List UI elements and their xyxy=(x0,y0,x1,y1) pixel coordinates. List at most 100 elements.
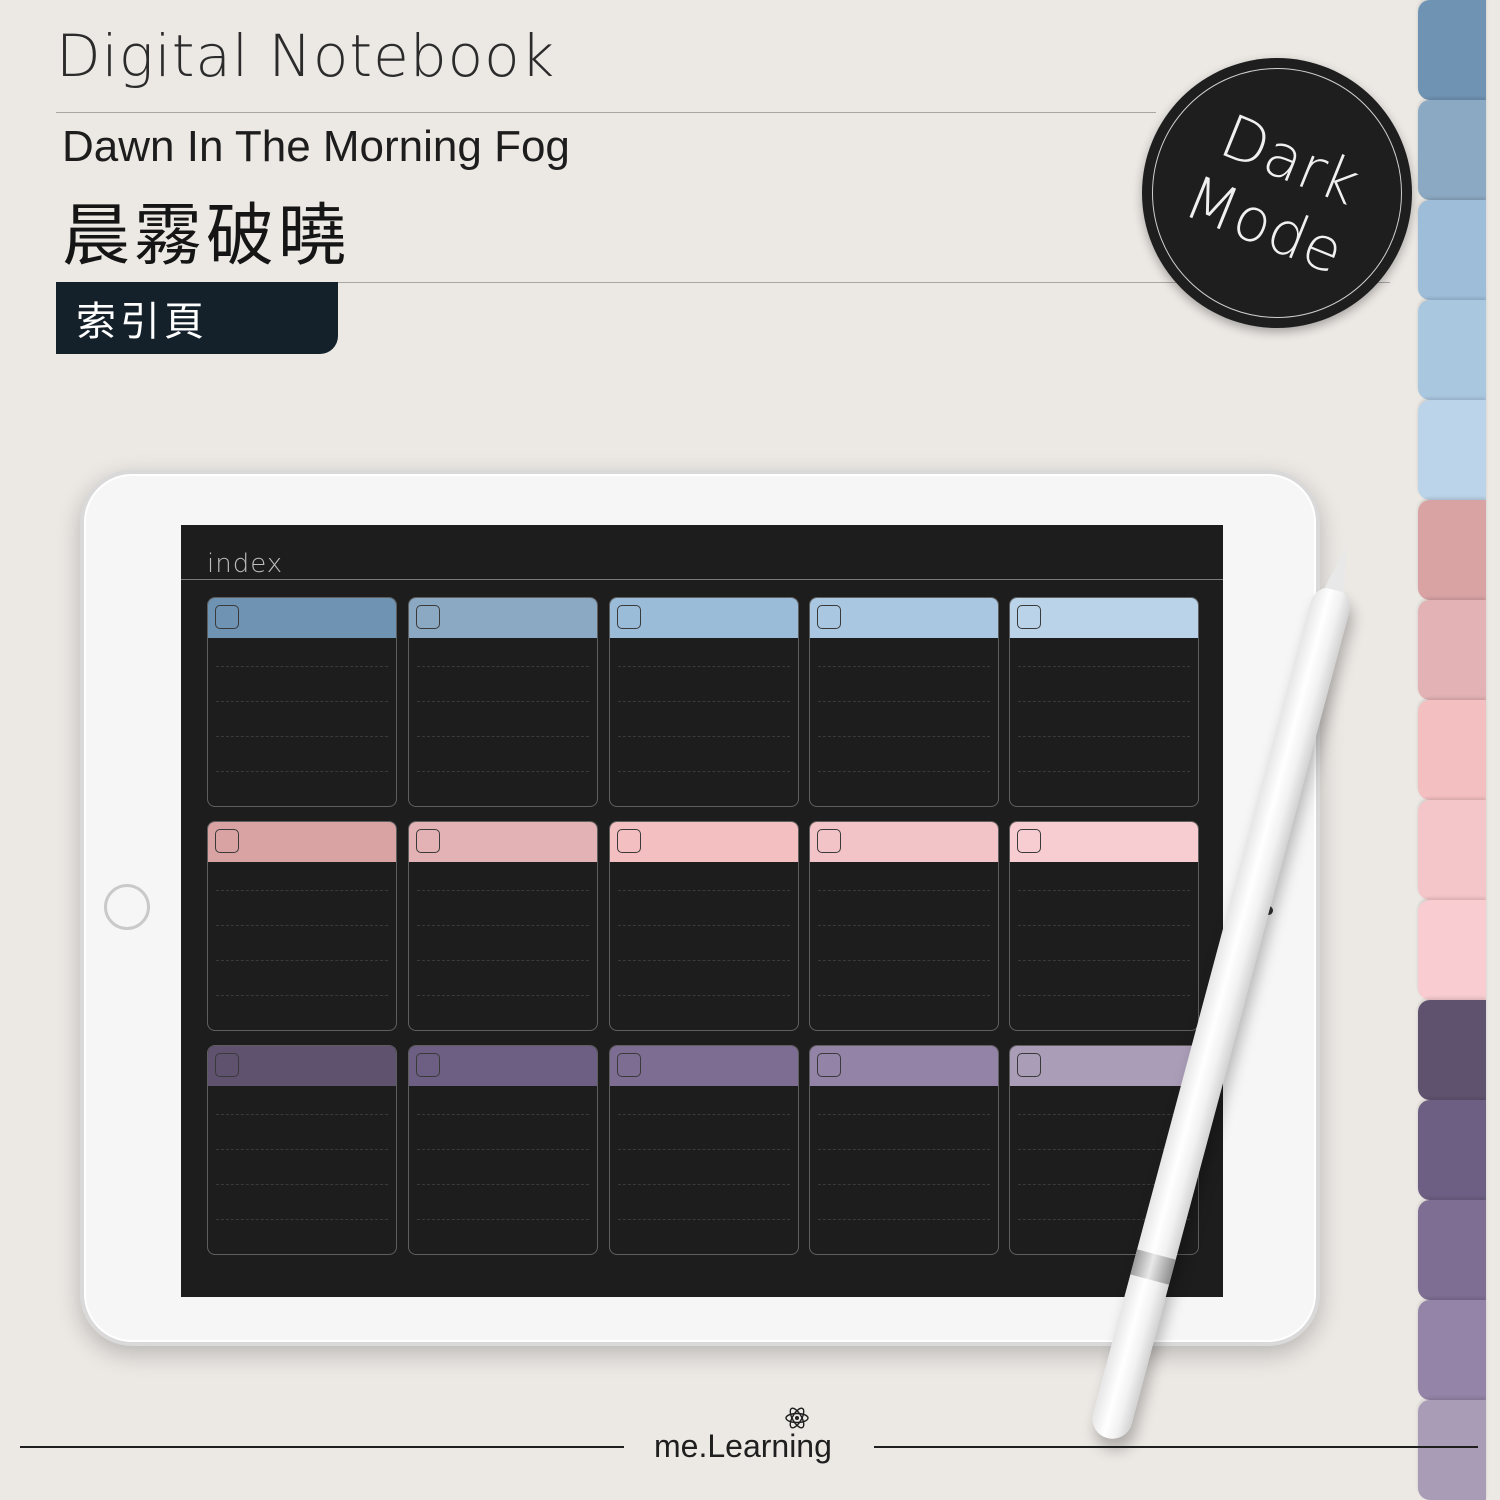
section-tab[interactable] xyxy=(1418,1200,1486,1300)
section-tab[interactable] xyxy=(1418,900,1486,1000)
index-card-line xyxy=(417,806,589,807)
index-card-line xyxy=(1018,1030,1190,1031)
index-card-line xyxy=(818,1184,990,1185)
index-card[interactable] xyxy=(609,597,799,807)
index-card[interactable] xyxy=(809,1045,999,1255)
index-card-checkbox[interactable] xyxy=(1017,1053,1041,1077)
index-card-line xyxy=(818,666,990,667)
index-card-line xyxy=(417,1184,589,1185)
theme-name-zh: 晨霧破曉 xyxy=(62,197,351,276)
section-tab[interactable] xyxy=(1418,600,1486,700)
section-tab[interactable] xyxy=(1418,100,1486,200)
index-card[interactable] xyxy=(809,821,999,1031)
index-card-line xyxy=(618,806,790,807)
index-card-checkbox[interactable] xyxy=(416,829,440,853)
section-tab[interactable] xyxy=(1418,200,1486,300)
index-card-line xyxy=(417,1114,589,1115)
index-card[interactable] xyxy=(408,1045,598,1255)
section-tab[interactable] xyxy=(1418,400,1486,500)
index-card-header xyxy=(1010,822,1198,862)
index-card-checkbox[interactable] xyxy=(416,1053,440,1077)
index-card-checkbox[interactable] xyxy=(817,1053,841,1077)
notebook-title: Digital Notebook xyxy=(56,22,556,90)
index-card-line xyxy=(818,1114,990,1115)
index-card-header xyxy=(409,1046,597,1086)
ipad-device: index xyxy=(80,470,1320,1346)
index-card-line xyxy=(618,736,790,737)
index-card-line xyxy=(818,736,990,737)
index-card-line xyxy=(1018,771,1190,772)
index-card[interactable] xyxy=(207,821,397,1031)
index-card-line xyxy=(417,1219,589,1220)
index-card-checkbox[interactable] xyxy=(215,1053,239,1077)
index-card[interactable] xyxy=(408,597,598,807)
index-card-line xyxy=(417,890,589,891)
index-card[interactable] xyxy=(609,1045,799,1255)
section-tab[interactable] xyxy=(1418,1000,1486,1100)
index-card-line xyxy=(417,925,589,926)
section-tab[interactable] xyxy=(1418,0,1486,100)
index-card-line xyxy=(1018,701,1190,702)
index-card-line xyxy=(216,1184,388,1185)
index-card-header xyxy=(610,822,798,862)
index-card-line xyxy=(618,1219,790,1220)
section-tabs xyxy=(1418,0,1500,1500)
index-card-line xyxy=(216,771,388,772)
index-card[interactable] xyxy=(1009,821,1199,1031)
index-card-line xyxy=(818,890,990,891)
index-card-line xyxy=(818,1149,990,1150)
index-card-checkbox[interactable] xyxy=(617,1053,641,1077)
index-card-line xyxy=(1018,736,1190,737)
index-card[interactable] xyxy=(609,821,799,1031)
index-card[interactable] xyxy=(207,597,397,807)
index-card-line xyxy=(417,1149,589,1150)
index-card-checkbox[interactable] xyxy=(1017,605,1041,629)
index-card-checkbox[interactable] xyxy=(215,605,239,629)
section-tab[interactable] xyxy=(1418,800,1486,900)
index-card-checkbox[interactable] xyxy=(817,829,841,853)
index-card-line xyxy=(1018,806,1190,807)
dark-mode-badge: Dark Mode xyxy=(1142,58,1412,328)
index-card-line xyxy=(417,771,589,772)
index-card-header xyxy=(810,822,998,862)
index-card-line xyxy=(618,1184,790,1185)
index-card-line xyxy=(818,806,990,807)
index-card[interactable] xyxy=(809,597,999,807)
index-card-checkbox[interactable] xyxy=(1017,829,1041,853)
index-card-line xyxy=(417,1254,589,1255)
index-card-checkbox[interactable] xyxy=(817,605,841,629)
index-card-line xyxy=(818,1254,990,1255)
index-card[interactable] xyxy=(207,1045,397,1255)
index-card-line xyxy=(417,960,589,961)
index-card-header xyxy=(810,1046,998,1086)
badge-line-2: Mode xyxy=(1174,162,1353,289)
index-card-line xyxy=(1018,960,1190,961)
index-card-line xyxy=(618,925,790,926)
home-button[interactable] xyxy=(104,884,150,930)
index-card-header xyxy=(409,822,597,862)
brand-name: me.Learning xyxy=(654,1428,832,1464)
index-card-header xyxy=(1010,1046,1198,1086)
index-card-line xyxy=(618,995,790,996)
index-card-line xyxy=(818,771,990,772)
index-card-line xyxy=(818,925,990,926)
section-tab[interactable] xyxy=(1418,1400,1486,1500)
index-card-checkbox[interactable] xyxy=(215,829,239,853)
index-card-checkbox[interactable] xyxy=(416,605,440,629)
section-tab[interactable] xyxy=(1418,500,1486,600)
index-card-line xyxy=(216,736,388,737)
index-card[interactable] xyxy=(1009,597,1199,807)
index-card-line xyxy=(1018,925,1190,926)
section-tab[interactable] xyxy=(1418,300,1486,400)
index-card-line xyxy=(216,925,388,926)
index-card-line xyxy=(618,1114,790,1115)
notebook-screen: index xyxy=(181,525,1223,1297)
section-tab[interactable] xyxy=(1418,700,1486,800)
index-card-checkbox[interactable] xyxy=(617,829,641,853)
section-tab[interactable] xyxy=(1418,1100,1486,1200)
footer-rule-right xyxy=(874,1446,1478,1448)
badge-line-1: Dark xyxy=(1210,101,1370,220)
index-card[interactable] xyxy=(408,821,598,1031)
index-card-checkbox[interactable] xyxy=(617,605,641,629)
section-tab[interactable] xyxy=(1418,1300,1486,1400)
